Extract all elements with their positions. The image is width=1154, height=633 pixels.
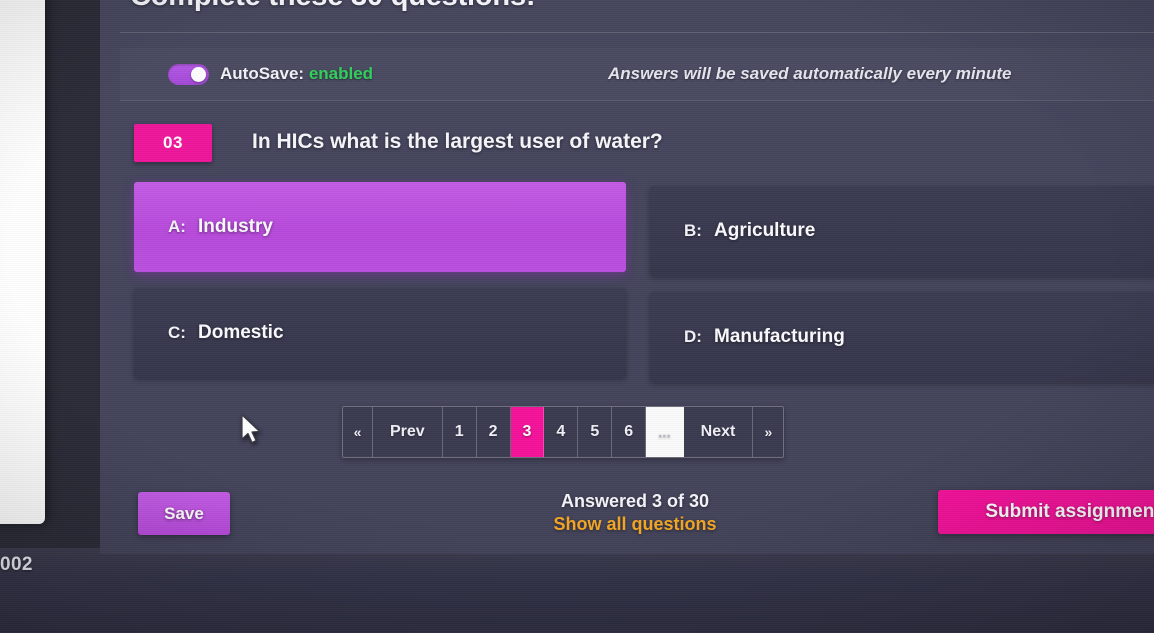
- pagination-page-4[interactable]: 4: [544, 407, 579, 457]
- autosave-label: AutoSave: enabled: [220, 64, 373, 84]
- desktop-background: [0, 548, 1154, 633]
- pagination-page-1[interactable]: 1: [442, 407, 477, 457]
- pagination: « Prev 1 2 3 4 5 6 ... Next »: [342, 406, 785, 458]
- pagination-ellipsis[interactable]: ...: [646, 407, 684, 457]
- progress-block: Answered 3 of 30 Show all questions: [490, 490, 780, 536]
- autosave-bar: AutoSave: enabled Answers will be saved …: [120, 48, 1154, 101]
- autosave-note: Answers will be saved automatically ever…: [608, 64, 1012, 83]
- option-c-text: Domestic: [198, 322, 284, 343]
- answer-options: A: Industry B: Agriculture C: Domestic D…: [134, 182, 1154, 382]
- mouse-cursor-icon: [241, 414, 261, 444]
- option-a-text: Industry: [198, 216, 273, 237]
- answered-count: Answered 3 of 30: [560, 491, 710, 511]
- page-title: Complete these 30 questions:: [130, 0, 536, 13]
- option-b-text: Agriculture: [714, 220, 816, 241]
- submit-assignment-button[interactable]: Submit assignment: [938, 490, 1154, 534]
- answer-option-b[interactable]: B: Agriculture: [650, 186, 1154, 276]
- answer-option-c[interactable]: C: Domestic: [134, 288, 626, 378]
- left-white-window: [0, 0, 45, 524]
- footer-bar: Save Answered 3 of 30 Show all questions…: [120, 472, 1154, 552]
- pagination-page-6[interactable]: 6: [612, 407, 647, 457]
- pagination-next-button[interactable]: Next: [683, 407, 754, 457]
- pagination-page-2[interactable]: 2: [476, 407, 511, 457]
- screen: 002 Complete these 30 questions: AutoSav…: [0, 0, 1154, 633]
- show-all-questions-link[interactable]: Show all questions: [490, 512, 780, 536]
- autosave-label-text: AutoSave:: [220, 64, 305, 83]
- pagination-page-3[interactable]: 3: [510, 407, 545, 457]
- answer-option-a[interactable]: A: Industry: [134, 182, 626, 272]
- option-d-text: Manufacturing: [714, 326, 845, 347]
- option-a-letter: A:: [168, 217, 186, 236]
- option-c-letter: C:: [168, 323, 186, 342]
- save-button[interactable]: Save: [138, 492, 230, 535]
- question-text: In HICs what is the largest user of wate…: [252, 130, 663, 153]
- option-d-letter: D:: [684, 327, 702, 346]
- toggle-knob-icon: [191, 67, 206, 82]
- autosave-toggle[interactable]: [168, 64, 209, 85]
- question-number-badge: 03: [134, 124, 212, 162]
- pagination-prev-button[interactable]: Prev: [373, 407, 443, 457]
- question-row: 03 In HICs what is the largest user of w…: [120, 112, 1154, 174]
- quiz-app: Complete these 30 questions: AutoSave: e…: [100, 0, 1154, 554]
- pagination-last-button[interactable]: »: [753, 407, 784, 457]
- pagination-page-5[interactable]: 5: [578, 407, 613, 457]
- autosave-state-value: enabled: [308, 64, 374, 83]
- desktop-corner-label: 002: [0, 554, 33, 575]
- pagination-first-button[interactable]: «: [343, 407, 373, 457]
- option-b-letter: B:: [684, 221, 702, 240]
- title-divider: [120, 32, 1154, 33]
- answer-option-d[interactable]: D: Manufacturing: [650, 292, 1154, 382]
